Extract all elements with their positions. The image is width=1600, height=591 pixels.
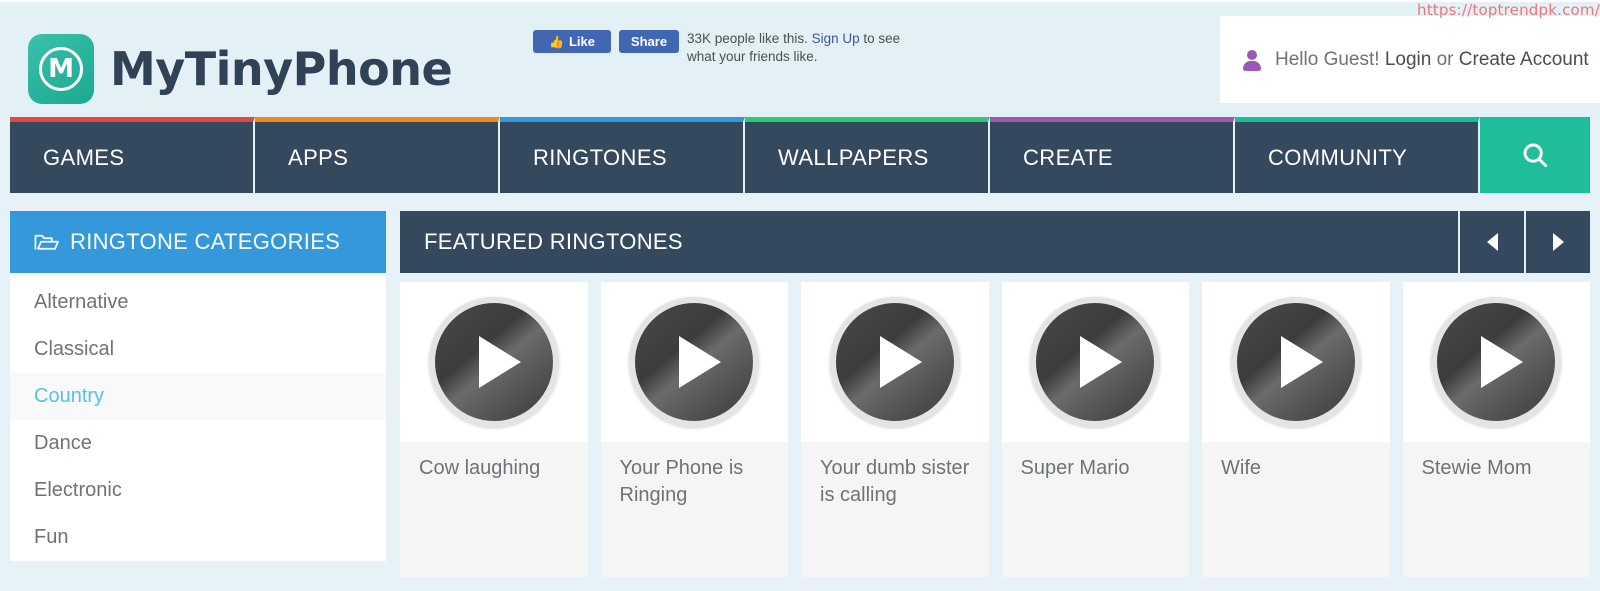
sidebar-item-fun[interactable]: Fun [10,514,386,561]
nav-label-wallpapers: WALLPAPERS [778,144,929,170]
page-content: RINGTONE CATEGORIES Alternative Classica… [0,193,1600,577]
main-navigation: GAMES APPS RINGTONES WALLPAPERS CREATE C… [0,117,1600,193]
category-label: Country [34,385,105,407]
sidebar-item-country[interactable]: Country [10,373,386,420]
ringtone-title: Stewie Mom [1421,457,1532,479]
site-logo[interactable]: M MyTinyPhone [28,34,453,104]
nav-item-ringtones[interactable]: RINGTONES [500,117,745,193]
source-url-watermark: https://toptrendpk.com/ [1417,1,1600,19]
ringtone-card[interactable]: Your Phone is Ringing [600,282,789,577]
play-triangle [679,336,722,388]
play-triangle [478,336,521,388]
category-label: Dance [34,432,92,454]
category-label: Alternative [34,291,129,313]
create-account-link[interactable]: Create Account [1459,49,1589,70]
logo-letter: M [48,54,74,84]
play-triangle [1280,336,1323,388]
featured-ringtones-panel: FEATURED RINGTONES Cow laughing Your Pho… [400,211,1590,577]
ringtone-card-list: Cow laughing Your Phone is Ringing Your … [400,282,1590,577]
folder-open-icon [34,232,59,252]
play-button-icon[interactable] [1431,297,1562,427]
facebook-like-button[interactable]: 👍 Like [533,30,611,53]
carousel-next-button[interactable] [1524,211,1590,273]
logo-wordmark: MyTinyPhone [110,42,453,96]
guest-greeting: Hello Guest! [1275,48,1380,70]
card-thumbnail[interactable] [601,282,789,442]
nav-label-apps: APPS [288,144,349,170]
login-link[interactable]: Login [1385,49,1432,70]
facebook-second-line: what your friends like. [687,49,818,64]
card-thumbnail[interactable] [1403,282,1591,442]
sidebar-item-classical[interactable]: Classical [10,326,386,373]
sidebar-item-alternative[interactable]: Alternative [10,279,386,326]
ringtone-title: Super Mario [1020,457,1130,479]
thumbs-up-icon: 👍 [549,34,564,49]
user-avatar-icon [1242,49,1262,71]
ringtone-card[interactable]: Wife [1202,282,1390,577]
mytinyphone-logo-icon: M [28,34,94,104]
nav-item-create[interactable]: CREATE [990,117,1235,193]
panel-header: FEATURED RINGTONES [400,211,1590,273]
ringtone-title: Cow laughing [419,457,541,479]
play-triangle [879,336,922,388]
sidebar-item-electronic[interactable]: Electronic [10,467,386,514]
ringtone-card[interactable]: Stewie Mom [1402,282,1591,577]
card-thumbnail[interactable] [400,282,588,442]
ringtone-categories-sidebar: RINGTONE CATEGORIES Alternative Classica… [10,211,386,577]
card-thumbnail[interactable] [1202,282,1390,442]
play-button-icon[interactable] [428,297,559,427]
facebook-signup-link[interactable]: Sign Up [812,31,860,46]
sidebar-item-dance[interactable]: Dance [10,420,386,467]
facebook-social-context: 33K people like this. Sign Up to see wha… [687,30,919,66]
category-label: Classical [34,338,115,360]
ringtone-title: Your Phone is Ringing [619,457,744,506]
facebook-like-count: 33K people like this. [687,31,808,46]
site-header: M MyTinyPhone 👍 Like Share 33K people li… [0,0,1600,117]
play-button-icon[interactable] [629,297,760,427]
card-thumbnail[interactable] [801,282,989,442]
chevron-left-icon [1486,233,1498,251]
nav-label-create: CREATE [1023,144,1114,170]
category-list: Alternative Classical Country Dance Elec… [10,273,386,561]
play-button-icon[interactable] [829,297,960,427]
nav-item-community[interactable]: COMMUNITY [1235,117,1480,193]
nav-item-games[interactable]: GAMES [10,117,255,193]
account-greeting-text: Hello Guest! Login or Create Account [1275,49,1589,71]
account-box: Hello Guest! Login or Create Account [1220,16,1600,103]
ringtone-title: Wife [1221,457,1261,479]
search-button[interactable] [1480,117,1590,193]
ringtone-card[interactable]: Cow laughing [400,282,588,577]
play-button-icon[interactable] [1230,297,1361,427]
category-label: Fun [34,526,69,548]
carousel-prev-button[interactable] [1458,211,1524,273]
card-thumbnail[interactable] [1002,282,1190,442]
sidebar-header: RINGTONE CATEGORIES [10,211,386,273]
nav-label-games: GAMES [43,144,125,170]
facebook-like-widget: 👍 Like Share 33K people like this. Sign … [533,30,923,72]
facebook-share-button[interactable]: Share [619,30,679,53]
category-label: Electronic [34,479,122,501]
nav-item-apps[interactable]: APPS [255,117,500,193]
nav-label-community: COMMUNITY [1268,144,1408,170]
panel-title: FEATURED RINGTONES [424,229,683,254]
play-button-icon[interactable] [1030,297,1161,427]
ringtone-title: Your dumb sister is calling [820,457,970,506]
play-triangle [1080,336,1123,388]
facebook-share-label: Share [630,34,668,49]
facebook-like-label: Like [568,34,595,49]
nav-label-ringtones: RINGTONES [533,144,667,170]
facebook-tail-text: to see [859,31,901,46]
sidebar-header-title: RINGTONE CATEGORIES [70,229,341,254]
nav-item-wallpapers[interactable]: WALLPAPERS [745,117,990,193]
ringtone-card[interactable]: Your dumb sister is calling [801,282,989,577]
chevron-right-icon [1552,233,1564,251]
or-separator: or [1436,48,1454,70]
play-triangle [1481,336,1524,388]
ringtone-card[interactable]: Super Mario [1001,282,1190,577]
search-icon [1520,140,1550,175]
